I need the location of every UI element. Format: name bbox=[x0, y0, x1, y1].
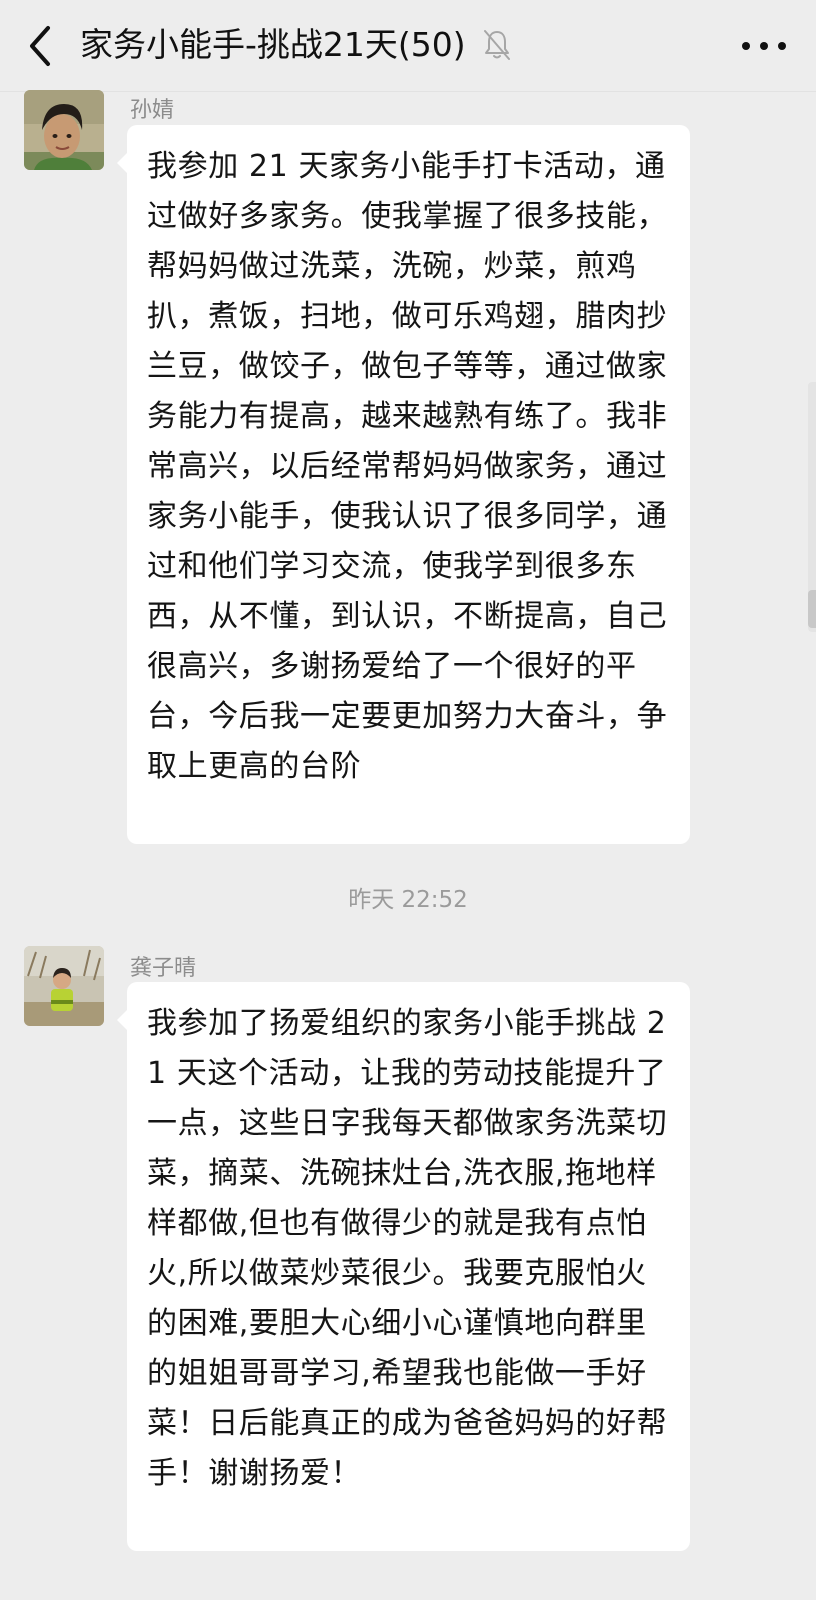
scrollbar-thumb[interactable] bbox=[808, 590, 816, 628]
chat-header: 家务小能手-挑战21天(50) bbox=[0, 0, 816, 92]
more-dots-icon bbox=[742, 42, 786, 50]
more-options-button[interactable] bbox=[736, 26, 792, 66]
avatar[interactable] bbox=[24, 946, 104, 1026]
sender-name: 龚子晴 bbox=[130, 956, 197, 981]
message-bubble[interactable]: 我参加 21 天家务小能手打卡活动，通过做好多家务。使我掌握了很多技能，帮妈妈做… bbox=[117, 125, 690, 844]
chat-title: 家务小能手-挑战21天(50) bbox=[80, 25, 466, 64]
message-bubble[interactable]: 我参加了扬爱组织的家务小能手挑战 21 天这个活动，让我的劳动技能提升了一点，这… bbox=[117, 982, 690, 1551]
avatar[interactable] bbox=[24, 90, 104, 170]
avatar-photo-icon bbox=[24, 90, 104, 170]
avatar-photo-icon bbox=[24, 946, 104, 1026]
back-button[interactable] bbox=[20, 18, 64, 74]
chevron-left-icon bbox=[30, 26, 50, 66]
sender-name: 孙婧 bbox=[130, 98, 175, 123]
bell-muted-icon bbox=[482, 28, 512, 62]
chat-timestamp: 昨天 22:52 bbox=[348, 887, 468, 913]
